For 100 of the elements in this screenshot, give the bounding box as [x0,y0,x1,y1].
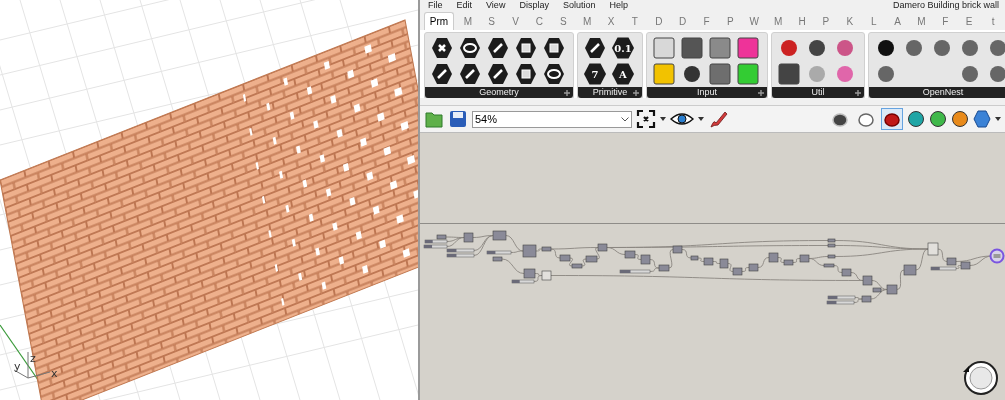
ribbon-tab[interactable]: C [527,13,552,30]
ribbon-tab[interactable]: M [766,13,791,30]
menu-item[interactable]: View [486,1,506,10]
component-button[interactable]: 0.1 [612,37,634,59]
component-node[interactable] [719,258,729,269]
hexagon-icon[interactable] [543,63,565,85]
save-icon[interactable] [448,109,468,129]
component-node[interactable] [732,267,743,276]
caret-icon[interactable] [621,116,629,122]
slider-node[interactable] [619,269,651,274]
square-icon[interactable] [737,37,759,59]
component-node[interactable] [827,254,836,259]
component-node[interactable] [903,264,917,276]
selected-node[interactable] [989,248,1005,264]
slider-node[interactable] [827,295,856,300]
component-node[interactable] [823,263,835,268]
component-node[interactable] [492,230,507,241]
component-node[interactable] [799,254,810,263]
plus-icon[interactable] [633,90,639,96]
ribbon-tab[interactable]: P [814,13,838,30]
component-node[interactable] [841,268,852,277]
caret-icon[interactable] [698,117,704,121]
hexagon-icon[interactable] [515,37,537,59]
circle-icon[interactable] [806,37,828,59]
component-node[interactable] [690,255,699,261]
component-button[interactable]: A [612,63,634,85]
plus-icon[interactable] [758,90,764,96]
ribbon-tab[interactable]: M [575,13,600,30]
pen-icon[interactable] [708,109,728,129]
slider-node[interactable] [826,300,855,305]
component-node[interactable] [703,257,714,266]
menu-item[interactable]: Display [519,1,549,10]
component-button[interactable]: 7 [584,63,606,85]
ribbon-tab[interactable]: T [623,13,647,30]
ribbon-tab[interactable]: Prm [424,12,454,30]
folder-icon[interactable] [424,109,444,129]
component-node[interactable] [597,243,608,252]
component-node[interactable] [872,287,882,293]
component-node[interactable] [768,252,779,263]
hexagon-icon[interactable] [431,63,453,85]
component-node[interactable] [559,254,571,262]
hexagon-icon[interactable] [431,37,453,59]
menu-item[interactable]: Edit [456,1,473,10]
ribbon-tab[interactable]: F [694,13,719,30]
hexagon-icon[interactable] [487,63,509,85]
component-node[interactable] [571,263,583,269]
ribbon-tab[interactable]: K [837,13,862,30]
ribbon-tab[interactable]: M [455,13,480,30]
menu-item[interactable]: File [428,1,443,10]
ribbon-tab[interactable]: D [646,13,671,30]
component-node[interactable] [522,244,537,258]
component-node[interactable] [672,245,683,254]
circle-icon[interactable] [875,37,897,59]
slider-node[interactable] [930,266,957,271]
plus-icon[interactable] [855,90,861,96]
component-node[interactable] [436,234,447,240]
component-node[interactable] [886,284,898,295]
caret-icon[interactable] [995,117,1001,121]
component-node[interactable] [658,264,670,272]
ribbon-tab[interactable]: S [479,13,504,30]
circle-icon[interactable] [681,63,703,85]
component-node[interactable] [783,259,794,266]
ribbon-tab[interactable]: V [503,13,528,30]
square-icon[interactable] [737,63,759,85]
component-node[interactable] [541,246,552,252]
ribbon-tab[interactable]: L [861,13,886,30]
hexagon-icon[interactable] [459,37,481,59]
plus-icon[interactable] [564,90,570,96]
ribbon-tab[interactable]: F [933,13,958,30]
component-node[interactable] [927,242,939,256]
square-icon[interactable] [653,37,675,59]
component-node[interactable] [946,257,957,266]
component-node[interactable] [624,250,636,259]
hexagon-icon[interactable] [543,37,565,59]
eye-icon[interactable] [670,111,694,127]
slider-node[interactable] [486,250,512,255]
component-node[interactable] [640,254,651,265]
component-node[interactable] [862,275,873,286]
component-node[interactable] [585,255,598,263]
slider-node[interactable] [446,253,475,258]
slider-node[interactable] [446,248,475,253]
cylinder-icon[interactable] [907,110,925,128]
ribbon-tab[interactable]: S [551,13,576,30]
zoom-field[interactable]: 54% [472,110,632,128]
component-node[interactable] [861,295,872,303]
ribbon-tab[interactable]: A [885,13,910,30]
hexagon-icon[interactable] [584,37,606,59]
ribbon-tab[interactable]: D [670,13,695,30]
component-node[interactable] [827,238,836,243]
ribbon-tab[interactable]: H [790,13,814,30]
hexagon-icon[interactable] [459,63,481,85]
ribbon-tab[interactable]: W [742,13,767,30]
component-node[interactable] [541,270,552,281]
menu-item[interactable]: Solution [562,1,596,10]
square-icon[interactable] [709,37,731,59]
component-node[interactable] [960,261,971,270]
ribbon-tab[interactable]: t [981,13,1005,30]
component-node[interactable] [523,268,536,279]
slider-node[interactable] [511,279,535,284]
preview-button[interactable] [881,108,903,130]
